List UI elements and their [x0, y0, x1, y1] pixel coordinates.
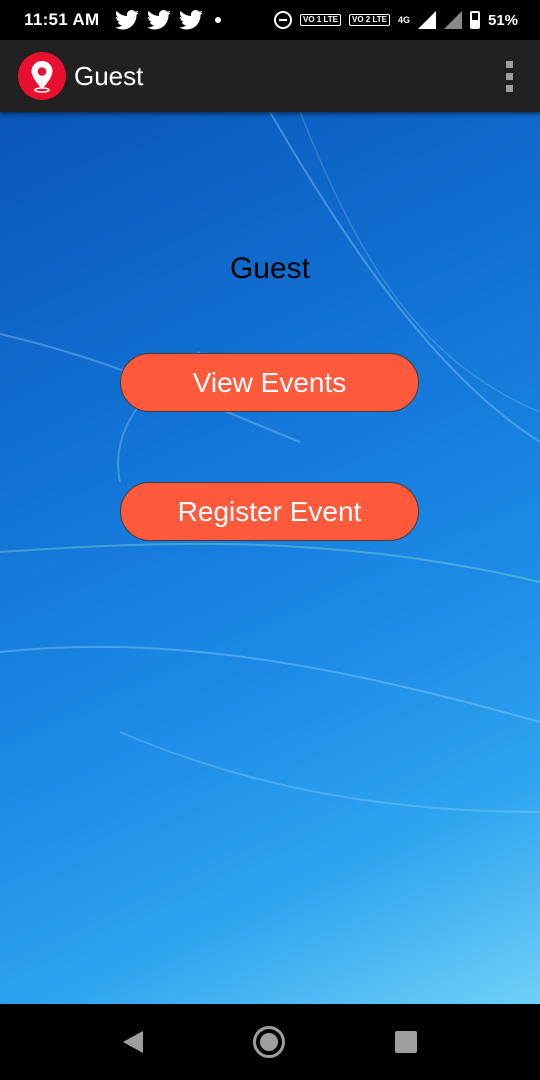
- sim2-volte-badge: VO 2 LTE: [348, 14, 390, 26]
- home-icon[interactable]: [253, 1026, 285, 1058]
- more-vert-icon[interactable]: [494, 56, 524, 96]
- back-icon[interactable]: [123, 1031, 143, 1053]
- status-bar: 11:51 AM VO 1 LTE VO 2 LTE 4G 51%: [0, 0, 540, 40]
- twitter-icon: [179, 10, 204, 30]
- screen-title: Guest: [229, 252, 311, 285]
- view-events-button[interactable]: View Events: [120, 353, 419, 412]
- main-content: Guest View Events Register Event: [0, 112, 540, 1004]
- status-time: 11:51 AM: [24, 10, 100, 29]
- twitter-icon: [115, 10, 140, 30]
- signal-sim1-icon: [417, 11, 436, 29]
- more-notifications-dot: [215, 17, 222, 23]
- network-type: 4G: [397, 15, 410, 25]
- twitter-icon: [147, 10, 172, 30]
- battery-fill: [471, 19, 478, 27]
- register-event-button[interactable]: Register Event: [120, 482, 419, 541]
- sim1-volte-badge: VO 1 LTE: [300, 14, 341, 26]
- battery-icon: [469, 11, 480, 29]
- signal-sim2-icon: [443, 11, 462, 29]
- notification-icons: [115, 10, 204, 30]
- do-not-disturb-icon: [274, 11, 293, 29]
- app-title: Guest: [74, 60, 144, 91]
- recents-icon[interactable]: [395, 1031, 417, 1053]
- battery-text: 51%: [487, 11, 518, 29]
- map-pin-icon: [18, 52, 66, 100]
- navigation-bar: [0, 1004, 540, 1080]
- background-wallpaper: [0, 112, 540, 813]
- app-bar: Guest: [0, 40, 540, 112]
- status-right: VO 1 LTE VO 2 LTE 4G 51%: [274, 11, 518, 29]
